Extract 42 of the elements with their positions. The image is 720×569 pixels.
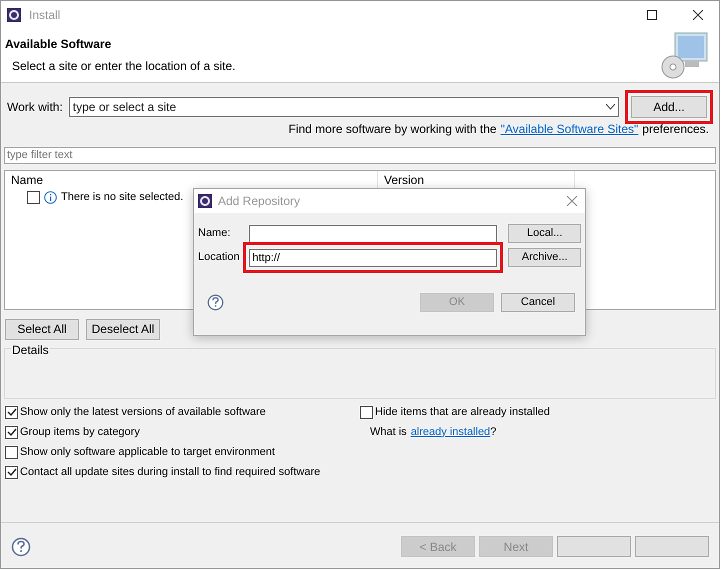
available-sites-link[interactable]: "Available Software Sites": [500, 120, 638, 138]
chevron-down-icon[interactable]: [606, 104, 615, 110]
work-with-label: Work with:: [7, 99, 63, 116]
option-label: Contact all update sites during install to find required software: [20, 464, 320, 480]
dialog-side-button[interactable]: Archive...: [508, 248, 581, 267]
header-title: Available Software: [5, 36, 112, 53]
field-label: Location: [198, 250, 241, 266]
dialog-title: Add Repository: [218, 193, 300, 210]
dialog-side-button[interactable]: Local...: [508, 224, 581, 243]
window-title: Install: [29, 7, 60, 24]
option-label: Hide items that are already installed: [375, 404, 550, 420]
option-label: Show only the latest versions of available software: [20, 404, 266, 420]
checkbox[interactable]: [5, 466, 18, 478]
checkbox[interactable]: [5, 406, 18, 418]
info-icon: [44, 191, 57, 204]
selection-button[interactable]: Select All: [5, 318, 79, 340]
maximize-icon[interactable]: [647, 10, 657, 20]
selection-button[interactable]: Deselect All: [86, 318, 160, 340]
app-icon: [7, 8, 21, 22]
option-label: Group items by category: [20, 424, 140, 440]
help-icon[interactable]: [11, 536, 31, 556]
checkbox[interactable]: [5, 446, 18, 458]
text-field[interactable]: [249, 225, 498, 243]
already-installed-link[interactable]: already installed: [410, 424, 490, 440]
add-button[interactable]: Add...: [631, 96, 707, 118]
more-software-text: Find more software by working with the: [288, 121, 497, 138]
preferences-text: preferences.: [642, 121, 709, 138]
checkbox[interactable]: [27, 191, 40, 204]
checkbox[interactable]: [5, 426, 18, 438]
header-subtitle: Select a site or enter the location of a site.: [12, 58, 236, 75]
hint-text: ?: [490, 424, 496, 440]
app-icon: [198, 194, 212, 208]
text-field[interactable]: http://: [249, 249, 498, 267]
option-label: Show only software applicable to target environment: [20, 444, 275, 460]
field-label: Name:: [198, 226, 232, 242]
table-cell-text: There is no site selected.: [61, 190, 184, 206]
help-icon[interactable]: [207, 294, 224, 311]
filter-field[interactable]: type filter text: [4, 146, 716, 164]
close-icon[interactable]: [693, 10, 703, 20]
hint-text: What is: [370, 424, 407, 440]
checkbox[interactable]: [360, 406, 373, 418]
dialog-button[interactable]: Cancel: [501, 293, 575, 312]
